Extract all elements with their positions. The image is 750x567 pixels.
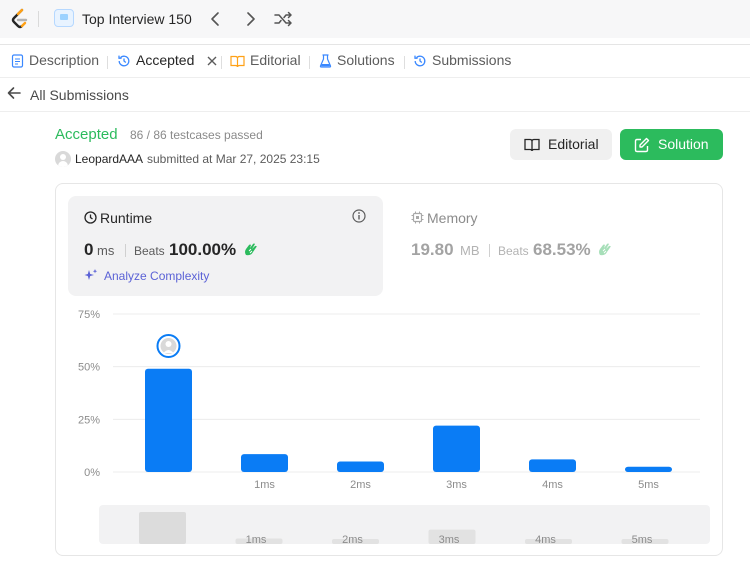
bar[interactable]: [625, 466, 672, 472]
testcases-passed: 86 / 86 testcases passed: [130, 128, 263, 142]
flask-icon: [319, 54, 332, 68]
bar[interactable]: [337, 461, 384, 472]
chevron-right-icon[interactable]: [240, 9, 260, 29]
tab-accepted-label: Accepted: [136, 52, 195, 68]
tab-solutions-label: Solutions: [337, 52, 395, 68]
tab-editorial-label: Editorial: [250, 52, 301, 68]
tab-bar: Description Accepted Editorial Solutions…: [0, 44, 750, 78]
divider: [38, 11, 39, 27]
bar[interactable]: [529, 459, 576, 472]
close-icon[interactable]: [206, 55, 218, 67]
runtime-value: 0: [84, 240, 94, 259]
clock-icon: [84, 211, 97, 224]
submitted-time: submitted at Mar 27, 2025 23:15: [147, 152, 320, 166]
memory-unit: MB: [460, 243, 480, 258]
solution-button[interactable]: Solution: [620, 129, 723, 160]
study-plan-title[interactable]: Top Interview 150: [82, 11, 192, 27]
tab-divider: [221, 56, 222, 69]
tab-description-label: Description: [29, 52, 100, 68]
all-submissions-link[interactable]: All Submissions: [30, 87, 129, 103]
memory-value: 19.80: [411, 240, 454, 259]
tab-description[interactable]: Description: [11, 52, 99, 68]
beats-divider: [489, 244, 490, 257]
user-marker[interactable]: [156, 334, 181, 358]
memory-title[interactable]: Memory: [427, 210, 478, 226]
tab-divider: [309, 56, 310, 69]
avatar[interactable]: [55, 151, 71, 167]
tab-editorial[interactable]: Editorial: [230, 52, 301, 68]
beats-divider: [125, 244, 126, 257]
back-row: All Submissions: [0, 78, 750, 112]
analyze-complexity-link[interactable]: Analyze Complexity: [104, 269, 209, 283]
tab-divider: [107, 56, 108, 69]
tab-submissions[interactable]: Submissions: [413, 52, 511, 68]
clapping-hands-icon: [245, 243, 257, 256]
tab-divider: [404, 56, 405, 69]
tab-submissions-label: Submissions: [432, 52, 512, 68]
history-icon: [118, 55, 130, 67]
solution-button-label: Solution: [658, 136, 709, 152]
clapping-hands-icon: [599, 243, 611, 256]
editorial-button[interactable]: Editorial: [510, 129, 612, 160]
chevron-left-icon[interactable]: [206, 9, 226, 29]
shuffle-icon[interactable]: [273, 9, 293, 29]
memory-beats-pct: 68.53%: [533, 240, 591, 259]
sparkle-icon: [84, 269, 98, 280]
edit-icon: [634, 137, 650, 153]
editorial-button-label: Editorial: [548, 136, 599, 152]
tab-accepted[interactable]: Accepted: [117, 52, 218, 68]
chart-overview-scrubber[interactable]: [99, 505, 710, 544]
top-bar: Top Interview 150: [0, 0, 750, 38]
tab-solutions[interactable]: Solutions: [319, 52, 395, 68]
memory-beats-label: Beats: [498, 244, 529, 258]
study-plan-icon[interactable]: [54, 9, 74, 27]
document-icon: [11, 54, 24, 68]
chip-icon: [411, 211, 424, 224]
runtime-beats-label: Beats: [134, 244, 165, 258]
book-icon: [230, 55, 245, 67]
bar[interactable]: [433, 425, 480, 472]
runtime-beats-pct: 100.00%: [169, 240, 237, 259]
info-icon[interactable]: [352, 209, 366, 223]
arrow-left-icon[interactable]: [6, 85, 22, 101]
leetcode-logo-icon[interactable]: [10, 8, 30, 30]
bar[interactable]: [145, 368, 192, 472]
history-icon: [414, 55, 426, 67]
username-link[interactable]: LeopardAAA: [75, 152, 143, 166]
runtime-title: Runtime: [100, 210, 153, 226]
submission-status: Accepted: [55, 126, 118, 143]
book-icon: [524, 138, 540, 152]
runtime-unit: ms: [97, 243, 115, 258]
bar[interactable]: [241, 454, 288, 472]
